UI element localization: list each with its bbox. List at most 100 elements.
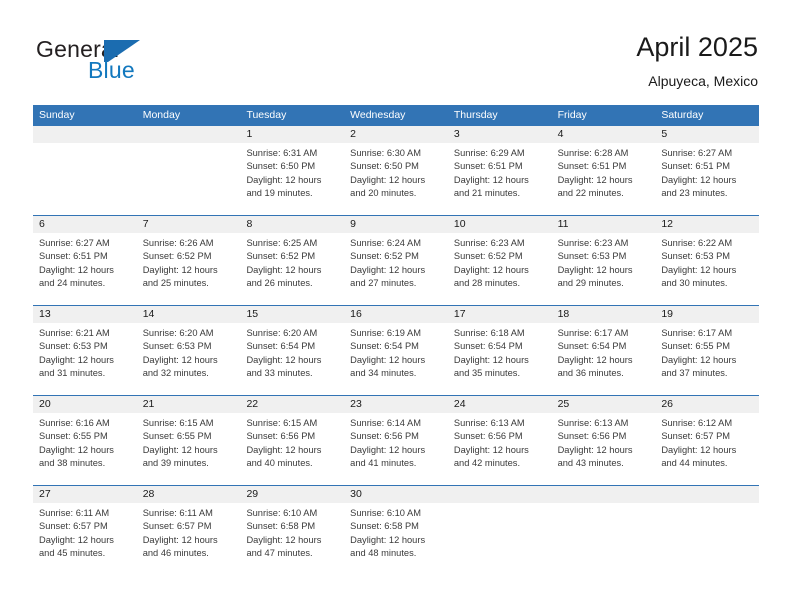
- day-number-24[interactable]: 24: [448, 396, 552, 413]
- day-daylight-text: Daylight: 12 hours: [453, 264, 529, 275]
- weekday-header-tuesday: Tuesday: [246, 109, 287, 121]
- day-cell-21[interactable]: Sunrise: 6:15 AM Sunset: 6:55 PM Daylight:…: [137, 413, 241, 485]
- day-number-23[interactable]: 23: [344, 396, 448, 413]
- day-number-16[interactable]: 16: [344, 306, 448, 323]
- day-daylight-text: and 23 minutes.: [661, 187, 728, 198]
- day-number-29[interactable]: 29: [240, 486, 344, 503]
- day-number-22[interactable]: 22: [240, 396, 344, 413]
- day-cell-empty: [137, 143, 241, 215]
- day-number-27[interactable]: 27: [33, 486, 137, 503]
- day-number-6[interactable]: 6: [33, 216, 137, 233]
- day-cell-16[interactable]: Sunrise: 6:19 AM Sunset: 6:54 PM Daylight:…: [344, 323, 448, 395]
- day-sunset-text: Sunset: 6:52 PM: [350, 251, 419, 262]
- day-number-17[interactable]: 17: [448, 306, 552, 323]
- day-number-5[interactable]: 5: [655, 126, 759, 143]
- day-sunset-text: Sunset: 6:53 PM: [39, 341, 108, 352]
- day-cell-14[interactable]: Sunrise: 6:20 AM Sunset: 6:53 PM Daylight:…: [137, 323, 241, 395]
- day-number-28[interactable]: 28: [137, 486, 241, 503]
- day-cell-26[interactable]: Sunrise: 6:12 AM Sunset: 6:57 PM Daylight:…: [655, 413, 759, 485]
- day-number-11[interactable]: 11: [552, 216, 656, 233]
- weekday-header-saturday: Saturday: [661, 109, 704, 121]
- day-cell-1[interactable]: Sunrise: 6:31 AM Sunset: 6:50 PM Daylight:…: [240, 143, 344, 215]
- day-number-19[interactable]: 19: [655, 306, 759, 323]
- day-daylight-text: and 26 minutes.: [246, 277, 313, 288]
- day-daylight-text: Daylight: 12 hours: [350, 534, 426, 545]
- brand-logo[interactable]: General Blue: [36, 36, 266, 88]
- calendar-week-row: 20 21 22 23 24 25 26 Sunrise: 6:16 AM Sunset: 6:…: [33, 395, 759, 485]
- day-cell-10[interactable]: Sunrise: 6:23 AM Sunset: 6:52 PM Daylight:…: [448, 233, 552, 305]
- day-number-8[interactable]: 8: [240, 216, 344, 233]
- day-number-13[interactable]: 13: [33, 306, 137, 323]
- day-number-30[interactable]: 30: [344, 486, 448, 503]
- day-number-7[interactable]: 7: [137, 216, 241, 233]
- day-cell-6[interactable]: Sunrise: 6:27 AM Sunset: 6:51 PM Daylight:…: [33, 233, 137, 305]
- day-cell-4[interactable]: Sunrise: 6:28 AM Sunset: 6:51 PM Daylight:…: [552, 143, 656, 215]
- day-sunrise-text: Sunrise: 6:15 AM: [246, 418, 318, 428]
- day-cell-24[interactable]: Sunrise: 6:13 AM Sunset: 6:56 PM Daylight:…: [448, 413, 552, 485]
- day-sunrise-text: Sunrise: 6:14 AM: [350, 418, 421, 428]
- day-number-21[interactable]: 21: [137, 396, 241, 413]
- calendar-grid: Sunday Monday Tuesday Wednesday Thursday Frid…: [33, 105, 759, 575]
- day-sunrise-text: Sunrise: 6:24 AM: [350, 238, 421, 248]
- day-cell-3[interactable]: Sunrise: 6:29 AM Sunset: 6:51 PM Daylight:…: [448, 143, 552, 215]
- day-number-9[interactable]: 9: [344, 216, 448, 233]
- day-daylight-text: and 35 minutes.: [453, 367, 521, 378]
- day-cell-15[interactable]: Sunrise: 6:20 AM Sunset: 6:54 PM Daylight:…: [240, 323, 344, 395]
- day-sunset-text: Sunset: 6:56 PM: [350, 431, 419, 442]
- day-cell-20[interactable]: Sunrise: 6:16 AM Sunset: 6:55 PM Daylight:…: [33, 413, 137, 485]
- day-sunset-text: Sunset: 6:52 PM: [246, 251, 316, 262]
- day-sunrise-text: Sunrise: 6:15 AM: [142, 418, 214, 428]
- day-cell-11[interactable]: Sunrise: 6:23 AM Sunset: 6:53 PM Daylight:…: [552, 233, 656, 305]
- day-cell-12[interactable]: Sunrise: 6:22 AM Sunset: 6:53 PM Daylight:…: [655, 233, 759, 305]
- day-sunset-text: Sunset: 6:55 PM: [661, 341, 731, 352]
- day-cell-22[interactable]: Sunrise: 6:15 AM Sunset: 6:56 PM Daylight:…: [240, 413, 344, 485]
- day-daylight-text: and 41 minutes.: [350, 457, 417, 468]
- day-daylight-text: Daylight: 12 hours: [39, 264, 114, 275]
- day-daylight-text: and 40 minutes.: [246, 457, 313, 468]
- day-number-3[interactable]: 3: [448, 126, 552, 143]
- day-number-15[interactable]: 15: [240, 306, 344, 323]
- day-number-4[interactable]: 4: [552, 126, 656, 143]
- day-sunrise-text: Sunrise: 6:11 AM: [39, 508, 110, 518]
- day-number-26[interactable]: 26: [655, 396, 759, 413]
- day-cell-25[interactable]: Sunrise: 6:13 AM Sunset: 6:56 PM Daylight:…: [552, 413, 656, 485]
- day-cell-29[interactable]: Sunrise: 6:10 AM Sunset: 6:58 PM Daylight:…: [240, 503, 344, 575]
- day-sunrise-text: Sunrise: 6:13 AM: [557, 418, 629, 428]
- week-day-number-band: 6 7 8 9 10 11 12: [33, 216, 759, 233]
- day-cell-7[interactable]: Sunrise: 6:26 AM Sunset: 6:52 PM Daylight:…: [137, 233, 241, 305]
- day-cell-5[interactable]: Sunrise: 6:27 AM Sunset: 6:51 PM Daylight:…: [655, 143, 759, 215]
- day-sunset-text: Sunset: 6:53 PM: [557, 251, 627, 262]
- day-daylight-text: Daylight: 12 hours: [246, 534, 322, 545]
- day-number-1[interactable]: 1: [240, 126, 344, 143]
- day-number-20[interactable]: 20: [33, 396, 137, 413]
- day-number-10[interactable]: 10: [448, 216, 552, 233]
- day-cell-28[interactable]: Sunrise: 6:11 AM Sunset: 6:57 PM Daylight:…: [137, 503, 241, 575]
- day-cell-9[interactable]: Sunrise: 6:24 AM Sunset: 6:52 PM Daylight:…: [344, 233, 448, 305]
- day-cell-18[interactable]: Sunrise: 6:17 AM Sunset: 6:54 PM Daylight:…: [552, 323, 656, 395]
- day-daylight-text: and 20 minutes.: [350, 187, 417, 198]
- day-cell-13[interactable]: Sunrise: 6:21 AM Sunset: 6:53 PM Daylight:…: [33, 323, 137, 395]
- day-number-25[interactable]: 25: [552, 396, 656, 413]
- day-cell-17[interactable]: Sunrise: 6:18 AM Sunset: 6:54 PM Daylight:…: [448, 323, 552, 395]
- day-sunrise-text: Sunrise: 6:23 AM: [557, 238, 629, 248]
- day-cell-30[interactable]: Sunrise: 6:10 AM Sunset: 6:58 PM Daylight:…: [344, 503, 448, 575]
- day-sunset-text: Sunset: 6:54 PM: [246, 341, 316, 352]
- day-daylight-text: and 34 minutes.: [350, 367, 417, 378]
- day-number-14[interactable]: 14: [137, 306, 241, 323]
- title-block: April 2025 Alpuyeca, Mexico: [636, 30, 758, 91]
- day-sunrise-text: Sunrise: 6:30 AM: [350, 148, 421, 158]
- day-number-18[interactable]: 18: [552, 306, 656, 323]
- day-sunset-text: Sunset: 6:55 PM: [142, 431, 212, 442]
- day-number-12[interactable]: 12: [655, 216, 759, 233]
- day-cell-2[interactable]: Sunrise: 6:30 AM Sunset: 6:50 PM Daylight:…: [344, 143, 448, 215]
- day-cell-8[interactable]: Sunrise: 6:25 AM Sunset: 6:52 PM Daylight:…: [240, 233, 344, 305]
- day-daylight-text: Daylight: 12 hours: [39, 354, 114, 365]
- day-sunrise-text: Sunrise: 6:12 AM: [661, 418, 733, 428]
- day-number-2[interactable]: 2: [344, 126, 448, 143]
- day-cell-27[interactable]: Sunrise: 6:11 AM Sunset: 6:57 PM Daylight:…: [33, 503, 137, 575]
- day-cell-19[interactable]: Sunrise: 6:17 AM Sunset: 6:55 PM Daylight:…: [655, 323, 759, 395]
- day-daylight-text: and 21 minutes.: [453, 187, 521, 198]
- day-cell-23[interactable]: Sunrise: 6:14 AM Sunset: 6:56 PM Daylight:…: [344, 413, 448, 485]
- day-daylight-text: Daylight: 12 hours: [246, 174, 322, 185]
- day-daylight-text: and 45 minutes.: [39, 547, 106, 558]
